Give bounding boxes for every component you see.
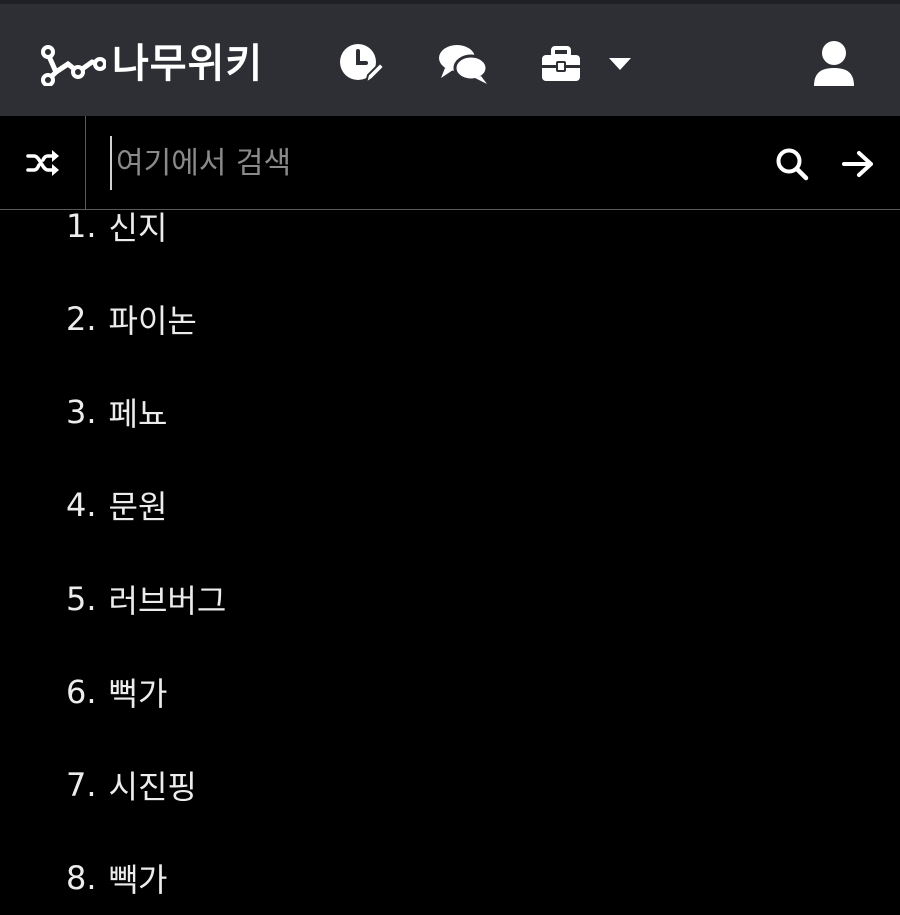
search-input[interactable] xyxy=(110,136,750,190)
rank-number: 4. xyxy=(66,486,97,524)
rank-number: 6. xyxy=(66,673,97,711)
tools-icon xyxy=(542,46,580,81)
arrow-right-icon xyxy=(842,151,873,177)
rank-term: 시진핑 xyxy=(108,768,197,806)
ranking-item[interactable]: 2. 파이논 xyxy=(66,299,197,340)
search-ranking-list: 1. 신지 2. 파이논 3. 페뇨 4. 문원 5. 러브버그 6. 뻑가 7… xyxy=(0,210,900,915)
ranking-item[interactable]: 8. 빽가 xyxy=(66,858,168,899)
discussion-button[interactable] xyxy=(436,40,490,88)
rank-term: 러브버그 xyxy=(108,582,227,620)
caret-down-icon xyxy=(609,58,631,70)
ranking-item[interactable]: 7. 시진핑 xyxy=(66,765,197,806)
logo-tree-icon xyxy=(41,45,106,86)
ranking-item[interactable]: 3. 페뇨 xyxy=(66,392,168,433)
go-button[interactable] xyxy=(838,144,878,184)
recent-changes-button[interactable] xyxy=(336,40,386,88)
rank-term: 뻑가 xyxy=(108,675,168,713)
rank-term: 빽가 xyxy=(108,861,168,899)
top-navbar: 나무위키 xyxy=(0,0,900,116)
site-logo[interactable]: 나무위키 xyxy=(38,38,263,90)
rank-term: 문원 xyxy=(108,488,168,526)
shuffle-icon xyxy=(25,149,59,176)
logo-wordmark: 나무위키 xyxy=(112,41,264,87)
tools-dropdown-toggle[interactable] xyxy=(604,40,636,88)
rank-number: 5. xyxy=(66,580,97,618)
ranking-item[interactable]: 5. 러브버그 xyxy=(66,579,227,620)
recent-changes-icon xyxy=(340,44,384,86)
search-bar xyxy=(0,116,900,210)
ranking-item[interactable]: 1. 신지 xyxy=(66,210,168,247)
rank-number: 2. xyxy=(66,300,97,338)
user-menu-button[interactable] xyxy=(808,40,860,88)
rank-term: 신지 xyxy=(108,210,168,247)
ranking-item[interactable]: 6. 뻑가 xyxy=(66,672,168,713)
rank-number: 8. xyxy=(66,859,97,897)
random-document-button[interactable] xyxy=(0,116,86,209)
rank-number: 7. xyxy=(66,766,97,804)
tools-button[interactable] xyxy=(538,40,584,88)
search-button[interactable] xyxy=(772,144,812,184)
search-icon xyxy=(776,148,809,181)
rank-number: 1. xyxy=(66,210,97,245)
user-icon xyxy=(814,41,854,86)
ranking-item[interactable]: 4. 문원 xyxy=(66,485,168,526)
rank-number: 3. xyxy=(66,393,97,431)
rank-term: 페뇨 xyxy=(108,395,168,433)
discussion-icon xyxy=(439,45,489,84)
rank-term: 파이논 xyxy=(108,302,197,340)
